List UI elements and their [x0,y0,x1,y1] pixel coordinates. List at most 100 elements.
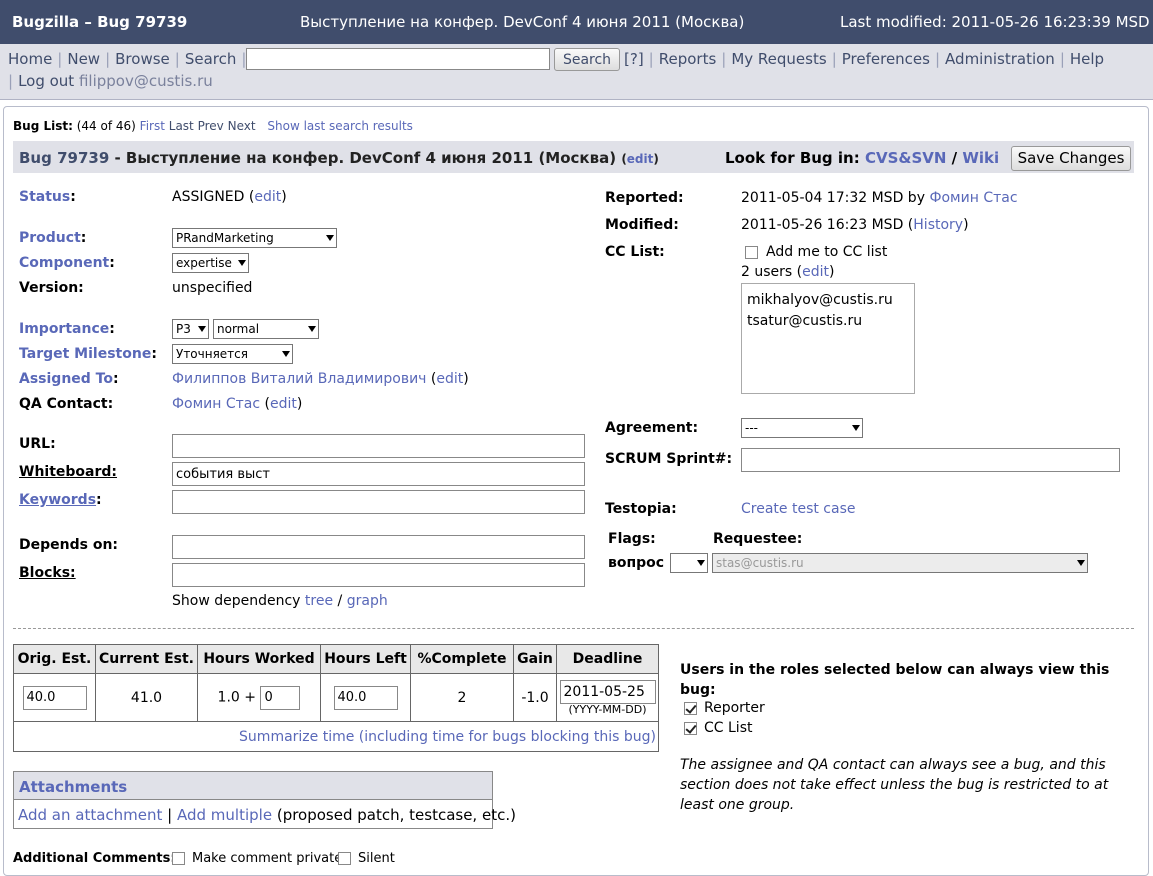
chevron-down-icon [1077,560,1085,566]
assignee-link[interactable]: Филиппов Виталий Владимирович [172,371,426,387]
url-input[interactable] [172,434,585,458]
edit-summary-link[interactable]: edit [627,152,654,166]
cc-edit-link[interactable]: edit [802,264,829,280]
chevron-down-icon [852,425,860,431]
nav-reports[interactable]: Reports [659,50,717,68]
flag-status-select[interactable] [670,553,708,573]
add-me-cc-checkbox[interactable] [745,246,758,259]
bug-summary: - Выступление на конфер. DevConf 4 июня … [109,149,617,167]
component-label[interactable]: Component [19,255,109,271]
quick-search-input[interactable] [246,48,550,70]
save-changes-button[interactable]: Save Changes [1011,146,1131,171]
modified-value: 2011-05-26 16:23 MSD [741,217,904,233]
first-link[interactable]: First [140,119,165,133]
agreement-select[interactable]: --- [741,418,863,438]
testopia-label: Testopia: [605,501,677,517]
reporter-link[interactable]: Фомин Стас [929,190,1017,206]
reported-value: 2011-05-04 17:32 MSD by [741,190,925,206]
component-select[interactable]: expertise [172,253,249,273]
private-comment-checkbox[interactable] [172,852,185,865]
keywords-label[interactable]: Keywords [19,492,96,508]
attachments-hint: (proposed patch, testcase, etc.) [276,806,516,824]
keywords-input[interactable] [172,490,585,514]
help-link[interactable]: [?] [624,50,644,68]
bug-list-nav: Bug List: (44 of 46) First Last Prev Nex… [13,119,413,133]
cvs-svn-link[interactable]: CVS&SVN [865,149,946,167]
hours-worked-input[interactable] [260,685,301,710]
last-modified: Last modified: 2011-05-26 16:23:39 MSD [840,13,1150,31]
add-multiple-link[interactable]: Add multiple [177,806,272,824]
add-attachment-link[interactable]: Add an attachment [18,806,162,824]
deadline-format: (YYYY-MM-DD) [568,702,647,716]
deadline-header: Deadline [556,644,659,674]
cc-list-checkbox[interactable] [684,722,697,735]
nav-home[interactable]: Home [8,50,52,68]
bug-list-label: Bug List: [13,119,73,133]
nav-browse[interactable]: Browse [115,50,170,68]
cc-role-label: CC List [704,720,753,736]
last-link[interactable]: Last [169,119,194,133]
orig-est-input[interactable] [22,685,87,710]
deadline-input[interactable] [559,679,656,704]
blocks-label: Blocks: [19,565,76,581]
hours-worked-value: 1.0 + [217,689,256,705]
quick-search-button[interactable]: Search [554,48,620,71]
nav-my-requests[interactable]: My Requests [731,50,826,68]
cc-user[interactable]: mikhalyov@custis.ru [747,290,909,311]
prev-link[interactable]: Prev [198,119,224,133]
next-link[interactable]: Next [228,119,256,133]
hours-left-header: Hours Left [320,644,411,674]
attachments-title: Attachments [14,772,492,800]
milestone-select[interactable]: Уточняется [172,344,293,364]
gain-value: -1.0 [513,673,557,722]
priority-select[interactable]: P3 [172,319,209,339]
app-title: Bugzilla – Bug 79739 [12,13,188,31]
history-link[interactable]: History [913,217,963,233]
blocks-input[interactable] [172,563,585,587]
assignee-edit-link[interactable]: edit [436,371,463,387]
create-test-case-link[interactable]: Create test case [741,501,856,517]
milestone-label[interactable]: Target Milestone [19,346,151,362]
bug-list-count: (44 of 46) [76,119,136,133]
nav-help[interactable]: Help [1070,50,1104,68]
qa-contact-link[interactable]: Фомин Стас [172,396,260,412]
nav-preferences[interactable]: Preferences [842,50,930,68]
nav-search[interactable]: Search [185,50,237,68]
cc-users-count: 2 users [741,264,793,280]
modified-label: Modified: [605,217,679,233]
nav-new[interactable]: New [67,50,100,68]
show-last-search-link[interactable]: Show last search results [267,119,413,133]
chevron-down-icon [198,326,206,332]
bug-id-link[interactable]: Bug 79739 [19,149,109,167]
summarize-time-link[interactable]: Summarize time (including time for bugs … [239,729,656,745]
dependency-links: Show dependency tree / graph [172,593,388,609]
cc-list-box[interactable]: mikhalyov@custis.ru tsatur@custis.ru [741,283,915,394]
chevron-down-icon [282,351,290,357]
assigned-label[interactable]: Assigned To [19,371,113,387]
severity-select[interactable]: normal [213,319,319,339]
reporter-checkbox[interactable] [684,702,697,715]
status-edit-link[interactable]: edit [254,189,281,205]
depends-on-label: Depends on: [19,537,119,553]
cc-list-label: CC List: [605,244,665,260]
depends-on-input[interactable] [172,535,585,559]
requestee-select[interactable]: stas@custis.ru [712,553,1088,573]
dependency-tree-link[interactable]: tree [305,593,333,609]
silent-checkbox[interactable] [338,852,351,865]
status-label[interactable]: Status [19,189,70,205]
product-label[interactable]: Product [19,230,81,246]
logout-link[interactable]: Log out [18,72,74,90]
chevron-down-icon [326,235,334,241]
nav-administration[interactable]: Administration [945,50,1055,68]
product-select[interactable]: PRandMarketing [172,228,337,248]
cc-user[interactable]: tsatur@custis.ru [747,311,909,332]
wiki-link[interactable]: Wiki [962,149,999,167]
bug-subtitle: Выступление на конфер. DevConf 4 июня 20… [300,13,745,31]
status-value: ASSIGNED (edit) [172,189,287,205]
qa-edit-link[interactable]: edit [270,396,297,412]
scrum-sprint-input[interactable] [741,448,1120,472]
importance-label[interactable]: Importance [19,321,109,337]
whiteboard-input[interactable] [172,462,585,486]
hours-left-input[interactable] [333,685,398,710]
dependency-graph-link[interactable]: graph [347,593,388,609]
